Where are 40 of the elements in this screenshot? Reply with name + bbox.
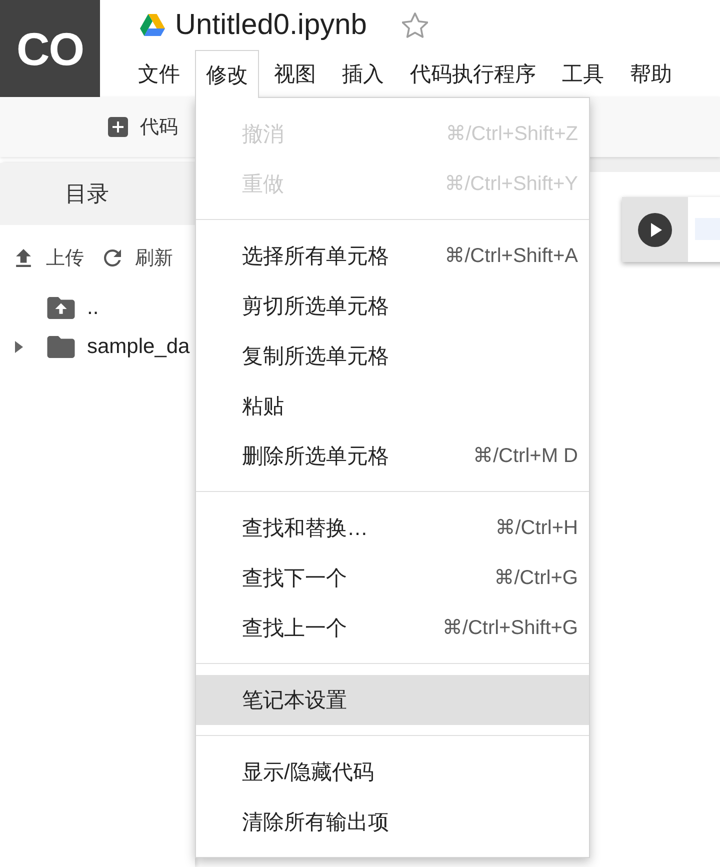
menu-tab[interactable]: 插入 <box>331 50 395 97</box>
notebook-title[interactable]: Untitled0.ipynb <box>175 8 367 42</box>
menu-item[interactable]: 粘贴 <box>196 380 589 430</box>
refresh-button[interactable]: 刷新 <box>101 243 176 273</box>
menu-item[interactable]: 清除所有输出项 <box>196 796 589 846</box>
menu-item[interactable]: 复制所选单元格 <box>196 330 589 380</box>
menu-item[interactable]: 显示/隐藏代码 <box>196 746 589 796</box>
menu-tab[interactable]: 工具 <box>551 50 615 97</box>
file-row[interactable]: sample_da <box>0 327 190 366</box>
star-icon[interactable] <box>402 12 428 38</box>
menu-tab[interactable]: 帮助 <box>619 50 683 97</box>
add-code-button[interactable]: 代码 <box>100 108 186 146</box>
menu-item[interactable]: 笔记本设置 <box>196 674 589 724</box>
keyboard-shortcut: ⌘/Ctrl+M D <box>473 444 578 468</box>
file-row[interactable]: .. <box>0 288 99 327</box>
keyboard-shortcut: ⌘/Ctrl+Shift+A <box>444 244 578 268</box>
menu-tab[interactable]: 文件 <box>127 50 191 97</box>
menu-item[interactable]: 剪切所选单元格 <box>196 280 589 330</box>
triangle-logo-icon <box>140 14 165 36</box>
caret-icon[interactable] <box>15 340 23 352</box>
menu-item[interactable]: 删除所选单元格 ⌘/Ctrl+M D <box>196 430 589 480</box>
menu-item[interactable]: 查找和替换… ⌘/Ctrl+H <box>196 502 589 552</box>
plus-icon <box>108 117 128 137</box>
logo: CO <box>0 0 100 97</box>
menu-item[interactable]: 选择所有单元格 ⌘/Ctrl+Shift+A <box>196 230 589 280</box>
keyboard-shortcut: ⌘/Ctrl+G <box>494 566 578 590</box>
upload-button[interactable]: 上传 <box>12 243 87 273</box>
menu-tab[interactable]: 代码执行程序 <box>399 50 547 97</box>
refresh-icon <box>104 249 121 267</box>
play-icon[interactable] <box>638 212 672 246</box>
keyboard-shortcut: ⌘/Ctrl+H <box>495 516 578 540</box>
parent-folder-icon <box>47 296 75 318</box>
menu-item[interactable]: 查找上一个 ⌘/Ctrl+Shift+G <box>196 602 589 652</box>
keyboard-shortcut: ⌘/Ctrl+Shift+G <box>442 616 578 640</box>
upload-icon <box>15 249 32 267</box>
folder-icon <box>47 336 75 358</box>
menu-item[interactable]: 查找下一个 ⌘/Ctrl+G <box>196 552 589 602</box>
menu-tab[interactable]: 视图 <box>263 50 327 97</box>
sidebar-title: 目录 <box>65 180 109 208</box>
menu-tab[interactable]: 修改 <box>195 50 259 98</box>
